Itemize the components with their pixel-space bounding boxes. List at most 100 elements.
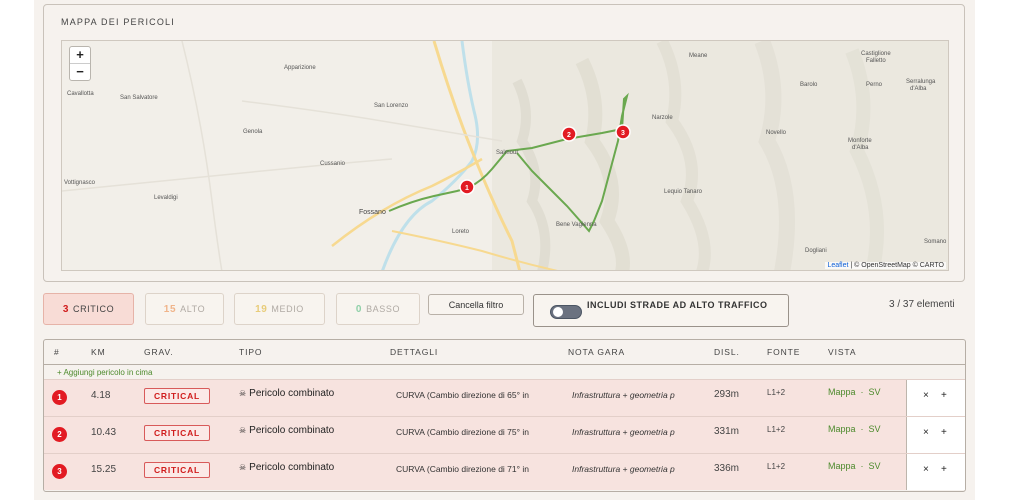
town-label: Narzole [652,115,673,121]
row-number-badge: 3 [52,464,67,479]
row-km: 4.18 [91,390,111,401]
leaflet-link[interactable]: Leaflet [827,262,848,269]
svg-text:1: 1 [465,185,469,192]
row-type: ☠ Pericolo combinato [239,388,334,399]
header-km: KM [91,347,106,357]
town-label: Falletto [866,58,886,64]
severity-badge: CRITICAL [144,388,210,404]
header-fonte: FONTE [767,347,801,357]
row-actions: × + [906,454,965,490]
filter-medio[interactable]: 19 MEDIO [234,293,325,325]
row-race-note: Infrastruttura + geometria p [572,427,675,437]
header-vista: VISTA [828,347,857,357]
medio-count: 19 [255,303,268,315]
hazard-map[interactable]: Cavallotta San Salvatore Apparizione San… [61,40,949,271]
skull-icon: ☠ [239,463,247,472]
alto-label: ALTO [180,304,206,314]
critico-label: CRITICO [72,304,115,314]
row-details: CURVA (Cambio direzione di 71° in [396,464,530,474]
high-traffic-label: INCLUDI STRADE AD ALTO TRAFFICO [587,300,768,310]
add-hazard-top-link[interactable]: + Aggiungi pericolo in cima [57,368,152,377]
view-map-link[interactable]: Mappa [828,461,856,471]
hazard-marker[interactable]: 2 [561,126,577,142]
svg-text:3: 3 [621,130,625,137]
zoom-out-button[interactable]: − [70,64,90,80]
header-disl: DISL. [714,347,740,357]
basso-label: BASSO [366,304,401,314]
row-type: ☠ Pericolo combinato [239,425,334,436]
filter-bar: 3 CRITICO 15 ALTO 19 MEDIO 0 BASSO Cance… [43,293,968,327]
town-label: d'Alba [910,86,927,92]
row-source: L1+2 [767,462,786,471]
hazards-table: # KM GRAV. TIPO DETTAGLI NOTA GARA DISL.… [43,339,966,492]
town-label: Serralunga [906,79,936,85]
row-source: L1+2 [767,388,786,397]
town-label: d'Alba [852,145,869,151]
add-row-below-button[interactable]: + [941,390,947,401]
skull-icon: ☠ [239,389,247,398]
add-row-below-button[interactable]: + [941,464,947,475]
town-label: Fossano [359,209,386,216]
header-grav: GRAV. [144,347,174,357]
delete-row-button[interactable]: × [923,390,929,401]
delete-row-button[interactable]: × [923,464,929,475]
town-label: Cussanio [320,161,346,167]
svg-text:2: 2 [567,132,571,139]
row-elevation: 293m [714,389,740,400]
town-label: Barolo [800,82,818,88]
table-row[interactable]: 3 15.25 CRITICAL ☠ Pericolo combinato CUR… [44,453,965,490]
high-traffic-toggle[interactable] [550,305,582,319]
map-attribution: Leaflet | © OpenStreetMap © CARTO [825,262,946,269]
high-traffic-toggle-box[interactable]: INCLUDI STRADE AD ALTO TRAFFICO [533,294,789,327]
header-dettagli: DETTAGLI [390,347,439,357]
hazard-map-card: MAPPA DEI PERICOLI Cavallotta San Salvat [43,4,965,282]
town-label: Novello [766,130,787,136]
town-label: Levaldigi [154,195,178,201]
hazard-marker[interactable]: 3 [615,124,631,140]
town-label: Lequio Tanaro [664,189,703,195]
view-streetview-link[interactable]: SV [869,461,881,471]
map-title: MAPPA DEI PERICOLI [61,17,175,27]
map-canvas: Cavallotta San Salvatore Apparizione San… [62,41,948,270]
view-streetview-link[interactable]: SV [869,424,881,434]
view-map-link[interactable]: Mappa [828,424,856,434]
row-race-note: Infrastruttura + geometria p [572,464,675,474]
row-view: Mappa · SV [828,424,881,434]
critico-count: 3 [62,303,69,315]
town-label: Castiglione [861,51,891,57]
clear-filter-button[interactable]: Cancella filtro [428,294,524,315]
row-view: Mappa · SV [828,461,881,471]
filter-critico[interactable]: 3 CRITICO [43,293,134,325]
zoom-in-button[interactable]: + [70,47,90,64]
add-row-below-button[interactable]: + [941,427,947,438]
alto-count: 15 [163,303,177,315]
row-actions: × + [906,380,965,416]
row-km: 15.25 [91,464,117,475]
town-label: Genola [243,129,263,135]
row-view: Mappa · SV [828,387,881,397]
zoom-control: + − [69,46,91,81]
row-race-note: Infrastruttura + geometria p [572,390,675,400]
row-type-label: Pericolo combinato [249,425,335,436]
severity-badge: CRITICAL [144,462,210,478]
table-row[interactable]: 1 4.18 CRITICAL ☠ Pericolo combinato CURV… [44,379,965,416]
row-elevation: 336m [714,463,740,474]
header-num: # [54,347,60,357]
filter-alto[interactable]: 15 ALTO [145,293,224,325]
view-map-link[interactable]: Mappa [828,387,856,397]
row-elevation: 331m [714,426,740,437]
row-km: 10.43 [91,427,117,438]
view-streetview-link[interactable]: SV [869,387,881,397]
town-label: Somano [924,239,947,245]
town-label: San Salvatore [120,95,158,101]
table-row[interactable]: 2 10.43 CRITICAL ☠ Pericolo combinato CUR… [44,416,965,453]
row-details: CURVA (Cambio direzione di 75° in [396,427,530,437]
town-label: Cavallotta [67,91,94,97]
header-nota: NOTA GARA [568,347,626,357]
hazard-marker[interactable]: 1 [459,179,475,195]
row-type-label: Pericolo combinato [249,388,335,399]
filter-basso[interactable]: 0 BASSO [336,293,420,325]
delete-row-button[interactable]: × [923,427,929,438]
town-label: Salmour [496,150,518,156]
town-label: Vottignasco [64,180,96,186]
